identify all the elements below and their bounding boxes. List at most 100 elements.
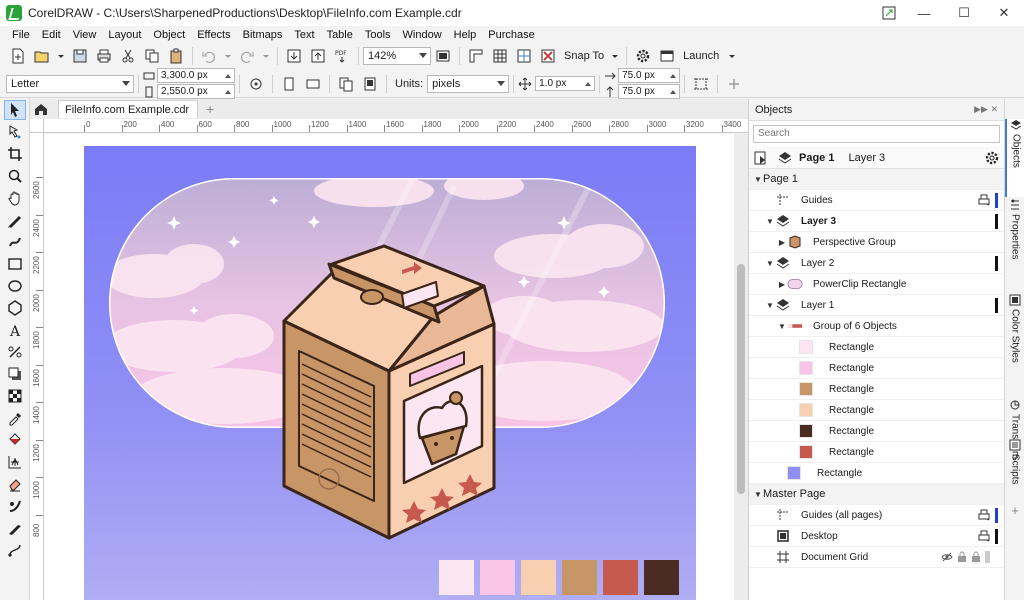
menu-view[interactable]: View bbox=[67, 29, 103, 41]
show-guidelines-icon[interactable] bbox=[514, 46, 534, 66]
menu-tools[interactable]: Tools bbox=[359, 29, 397, 41]
launch-icon[interactable] bbox=[657, 46, 677, 66]
shape-tool-icon[interactable] bbox=[4, 122, 26, 142]
launch-button[interactable]: Launch bbox=[683, 50, 719, 62]
parallel-dimension-tool-icon[interactable] bbox=[4, 342, 26, 362]
collapse-arrow-icon[interactable]: ▼ bbox=[765, 301, 775, 310]
menu-table[interactable]: Table bbox=[321, 29, 359, 41]
show-grid-icon[interactable] bbox=[490, 46, 510, 66]
snap-off-icon[interactable] bbox=[538, 46, 558, 66]
collapse-arrow-icon[interactable]: ▼ bbox=[777, 322, 787, 331]
tab-color-styles[interactable]: Color Styles bbox=[1005, 294, 1024, 394]
tree-row-grid[interactable]: Document Grid bbox=[749, 547, 1004, 568]
open-folder-icon[interactable] bbox=[32, 46, 52, 66]
artistic-media-tool-icon[interactable] bbox=[4, 232, 26, 252]
palette-rectangle[interactable] bbox=[439, 560, 474, 595]
snap-to-dropdown-icon[interactable] bbox=[610, 46, 620, 66]
tree-row-layer[interactable]: ▼ Layer 1 bbox=[749, 295, 1004, 316]
objects-search-input[interactable]: Search bbox=[753, 125, 1000, 143]
menu-bitmaps[interactable]: Bitmaps bbox=[237, 29, 289, 41]
close-button[interactable]: ✕ bbox=[984, 0, 1024, 26]
duplicate-y-field[interactable]: 75.0 px bbox=[618, 84, 681, 99]
copy-icon[interactable] bbox=[142, 46, 162, 66]
duplicate-x-field[interactable]: 75.0 px bbox=[618, 68, 681, 83]
zoom-level-combo[interactable]: 142% bbox=[363, 47, 431, 65]
new-tab-icon[interactable]: + bbox=[202, 101, 218, 117]
minimize-button[interactable]: — bbox=[904, 0, 944, 26]
redo-icon[interactable] bbox=[237, 46, 257, 66]
palette-rectangle[interactable] bbox=[521, 560, 556, 595]
snap-to-button[interactable]: Snap To bbox=[564, 50, 604, 62]
cut-icon[interactable] bbox=[118, 46, 138, 66]
tree-row-swatch[interactable]: Rectangle bbox=[749, 337, 1004, 358]
landscape-icon[interactable] bbox=[303, 74, 323, 94]
tree-row-swatch[interactable]: Rectangle bbox=[749, 400, 1004, 421]
all-pages-size-icon[interactable] bbox=[336, 74, 356, 94]
collapse-arrow-icon[interactable]: ▼ bbox=[753, 490, 763, 499]
import-icon[interactable] bbox=[284, 46, 304, 66]
tab-scripts[interactable]: Scripts bbox=[1005, 439, 1024, 509]
menu-layout[interactable]: Layout bbox=[102, 29, 147, 41]
eyedropper-tool-icon[interactable] bbox=[4, 408, 26, 428]
palette-rectangle[interactable] bbox=[644, 560, 679, 595]
menu-edit[interactable]: Edit bbox=[36, 29, 67, 41]
smart-fill-tool-icon[interactable] bbox=[4, 452, 26, 472]
collapse-arrow-icon[interactable]: ▼ bbox=[765, 259, 775, 268]
show-rulers-icon[interactable] bbox=[466, 46, 486, 66]
tree-row-guides[interactable]: Guides (all pages) bbox=[749, 505, 1004, 526]
tree-row-swatch[interactable]: Rectangle bbox=[749, 379, 1004, 400]
add-property-icon[interactable] bbox=[724, 74, 744, 94]
menu-window[interactable]: Window bbox=[397, 29, 448, 41]
freehand-tool-icon[interactable] bbox=[4, 210, 26, 230]
interactive-fill-tool-icon[interactable] bbox=[4, 430, 26, 450]
perspective-group-carton[interactable] bbox=[282, 244, 496, 540]
printable-icon[interactable] bbox=[978, 509, 990, 521]
eraser-tool-icon[interactable] bbox=[4, 474, 26, 494]
vertical-scrollbar[interactable] bbox=[734, 134, 748, 600]
crop-tool-icon[interactable] bbox=[4, 144, 26, 164]
tree-row-powerclip[interactable]: ▶ PowerClip Rectangle bbox=[749, 274, 1004, 295]
nudge-distance-field[interactable]: 1.0 px bbox=[535, 76, 596, 91]
menu-help[interactable]: Help bbox=[448, 29, 483, 41]
docker-collapse-icon[interactable]: ▶▶ ✕ bbox=[974, 104, 998, 115]
open-dropdown-icon[interactable] bbox=[56, 46, 66, 66]
lock-icon[interactable] bbox=[957, 551, 967, 563]
palette-rectangle[interactable] bbox=[480, 560, 515, 595]
all-pages-icon[interactable] bbox=[246, 74, 266, 94]
ruler-origin[interactable] bbox=[30, 119, 44, 133]
tree-section-master-page[interactable]: ▼ Master Page bbox=[749, 484, 1004, 505]
add-docker-tab-icon[interactable]: + bbox=[1005, 503, 1024, 519]
menu-effects[interactable]: Effects bbox=[191, 29, 236, 41]
printable-icon[interactable] bbox=[978, 194, 990, 206]
tree-row-object[interactable]: ▶ Perspective Group bbox=[749, 232, 1004, 253]
print-icon[interactable] bbox=[94, 46, 114, 66]
drawing-canvas[interactable] bbox=[44, 134, 734, 600]
bleed-icon[interactable] bbox=[691, 74, 711, 94]
menu-text[interactable]: Text bbox=[288, 29, 320, 41]
full-screen-preview-icon[interactable] bbox=[433, 46, 453, 66]
new-document-icon[interactable] bbox=[8, 46, 28, 66]
tree-row-swatch[interactable]: Rectangle bbox=[749, 421, 1004, 442]
tree-section-page-1[interactable]: ▼ Page 1 bbox=[749, 169, 1004, 190]
tree-row-guides[interactable]: Guides bbox=[749, 190, 1004, 211]
document-tab[interactable]: FileInfo.com Example.cdr bbox=[58, 100, 199, 118]
ellipse-tool-icon[interactable] bbox=[4, 276, 26, 296]
tree-row-layer[interactable]: ▼ Layer 3 bbox=[749, 211, 1004, 232]
zoom-tool-icon[interactable] bbox=[4, 166, 26, 186]
maximize-button[interactable]: ☐ bbox=[944, 0, 984, 26]
collapse-arrow-icon[interactable]: ▼ bbox=[753, 175, 763, 184]
menu-purchase[interactable]: Purchase bbox=[482, 29, 540, 41]
pick-tool-icon[interactable] bbox=[3, 100, 26, 120]
palette-rectangle[interactable] bbox=[562, 560, 597, 595]
polygon-tool-icon[interactable] bbox=[4, 298, 26, 318]
tab-objects[interactable]: Objects bbox=[1005, 119, 1024, 197]
knife-tool-icon[interactable] bbox=[4, 518, 26, 538]
options-gear-icon[interactable] bbox=[633, 46, 653, 66]
launch-dropdown-icon[interactable] bbox=[725, 46, 739, 66]
tree-row-swatch[interactable]: Rectangle bbox=[749, 442, 1004, 463]
drop-shadow-tool-icon[interactable] bbox=[4, 364, 26, 384]
transparency-tool-icon[interactable] bbox=[4, 386, 26, 406]
menu-file[interactable]: File bbox=[6, 29, 36, 41]
home-icon[interactable] bbox=[34, 102, 48, 116]
current-page-icon[interactable] bbox=[360, 74, 380, 94]
